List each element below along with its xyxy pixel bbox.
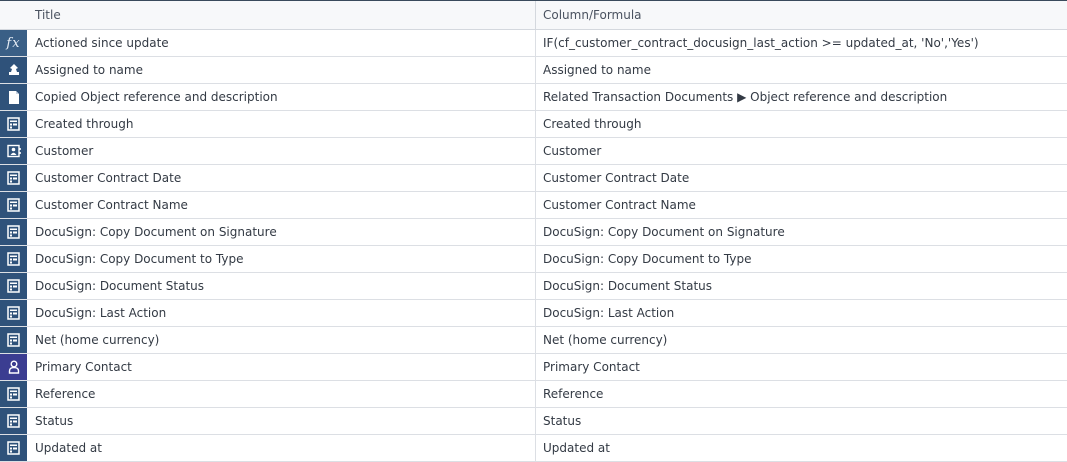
field-icon	[0, 381, 27, 407]
row-formula: DocuSign: Document Status	[543, 279, 713, 293]
field-icon	[0, 300, 27, 326]
row-title: DocuSign: Copy Document on Signature	[35, 225, 277, 239]
row-title: DocuSign: Document Status	[35, 279, 205, 293]
table-row[interactable]: Copied Object reference and description R…	[0, 84, 1067, 111]
row-title: Customer Contract Name	[35, 198, 188, 212]
row-title: Status	[35, 414, 74, 428]
table-row[interactable]: Primary Contact Primary Contact	[0, 354, 1067, 381]
row-formula: Updated at	[543, 441, 610, 455]
table-row[interactable]: Updated at Updated at	[0, 435, 1067, 462]
row-title: Primary Contact	[35, 360, 132, 374]
field-icon	[0, 327, 27, 353]
cell-divider	[535, 327, 536, 353]
table-row[interactable]: DocuSign: Copy Document on Signature Docu…	[0, 219, 1067, 246]
row-title: Customer	[35, 144, 94, 158]
row-title: DocuSign: Last Action	[35, 306, 167, 320]
field-icon	[0, 219, 27, 245]
row-formula: Customer Contract Name	[543, 198, 696, 212]
row-formula: IF(cf_customer_contract_docusign_last_ac…	[543, 36, 979, 50]
row-formula: Net (home currency)	[543, 333, 668, 347]
formula-icon: fx	[0, 30, 27, 56]
table-row[interactable]: DocuSign: Document Status DocuSign: Docum…	[0, 273, 1067, 300]
row-formula: Customer Contract Date	[543, 171, 690, 185]
row-formula: Status	[543, 414, 582, 428]
field-icon	[0, 192, 27, 218]
row-title: Actioned since update	[35, 36, 169, 50]
row-formula: DocuSign: Copy Document on Signature	[543, 225, 785, 239]
field-icon	[0, 246, 27, 272]
cell-divider	[535, 246, 536, 272]
field-icon	[0, 435, 27, 461]
column-header-title[interactable]: Title	[35, 1, 61, 29]
cell-divider	[535, 273, 536, 299]
table-row[interactable]: Customer Customer	[0, 138, 1067, 165]
cell-divider	[535, 165, 536, 191]
cell-divider	[535, 219, 536, 245]
cell-divider	[535, 381, 536, 407]
table-row[interactable]: Customer Contract Date Customer Contract …	[0, 165, 1067, 192]
cell-divider	[535, 300, 536, 326]
cell-divider	[535, 138, 536, 164]
table-row[interactable]: Status Status	[0, 408, 1067, 435]
row-title: Customer Contract Date	[35, 171, 182, 185]
row-title: Net (home currency)	[35, 333, 160, 347]
table-row[interactable]: Assigned to name Assigned to name	[0, 57, 1067, 84]
table-row[interactable]: Customer Contract Name Customer Contract …	[0, 192, 1067, 219]
row-formula: Created through	[543, 117, 642, 131]
cell-divider	[535, 57, 536, 83]
row-formula: Primary Contact	[543, 360, 640, 374]
contact-card-icon	[0, 138, 27, 164]
cell-divider	[535, 192, 536, 218]
field-icon	[0, 408, 27, 434]
cell-divider	[535, 111, 536, 137]
row-formula: Customer	[543, 144, 602, 158]
row-title: DocuSign: Copy Document to Type	[35, 252, 244, 266]
table-row[interactable]: DocuSign: Last Action DocuSign: Last Acti…	[0, 300, 1067, 327]
cell-divider	[535, 435, 536, 461]
table-row[interactable]: Reference Reference	[0, 381, 1067, 408]
row-title: Assigned to name	[35, 63, 143, 77]
person-icon	[0, 354, 27, 380]
column-divider[interactable]	[535, 1, 536, 29]
field-icon	[0, 111, 27, 137]
table-row[interactable]: fx Actioned since update IF(cf_customer_co…	[0, 30, 1067, 57]
field-icon	[0, 165, 27, 191]
row-title: Copied Object reference and description	[35, 90, 278, 104]
row-title: Updated at	[35, 441, 102, 455]
cell-divider	[535, 408, 536, 434]
table-header: Title Column/Formula	[0, 0, 1067, 30]
table-row[interactable]: Created through Created through	[0, 111, 1067, 138]
columns-grid: Title Column/Formula fx Actioned since up…	[0, 0, 1067, 462]
field-icon	[0, 273, 27, 299]
assign-icon	[0, 57, 27, 83]
document-icon	[0, 84, 27, 110]
cell-divider	[535, 354, 536, 380]
row-formula: Assigned to name	[543, 63, 651, 77]
row-formula: Reference	[543, 387, 604, 401]
cell-divider	[535, 84, 536, 110]
row-title: Reference	[35, 387, 96, 401]
table-body: fx Actioned since update IF(cf_customer_co…	[0, 30, 1067, 462]
table-row[interactable]: Net (home currency) Net (home currency)	[0, 327, 1067, 354]
table-row[interactable]: DocuSign: Copy Document to Type DocuSign:…	[0, 246, 1067, 273]
cell-divider	[535, 30, 536, 56]
column-header-formula[interactable]: Column/Formula	[543, 1, 642, 29]
row-formula: DocuSign: Last Action	[543, 306, 675, 320]
row-formula: Related Transaction Documents ▶ Object r…	[543, 90, 948, 104]
row-title: Created through	[35, 117, 134, 131]
row-formula: DocuSign: Copy Document to Type	[543, 252, 752, 266]
